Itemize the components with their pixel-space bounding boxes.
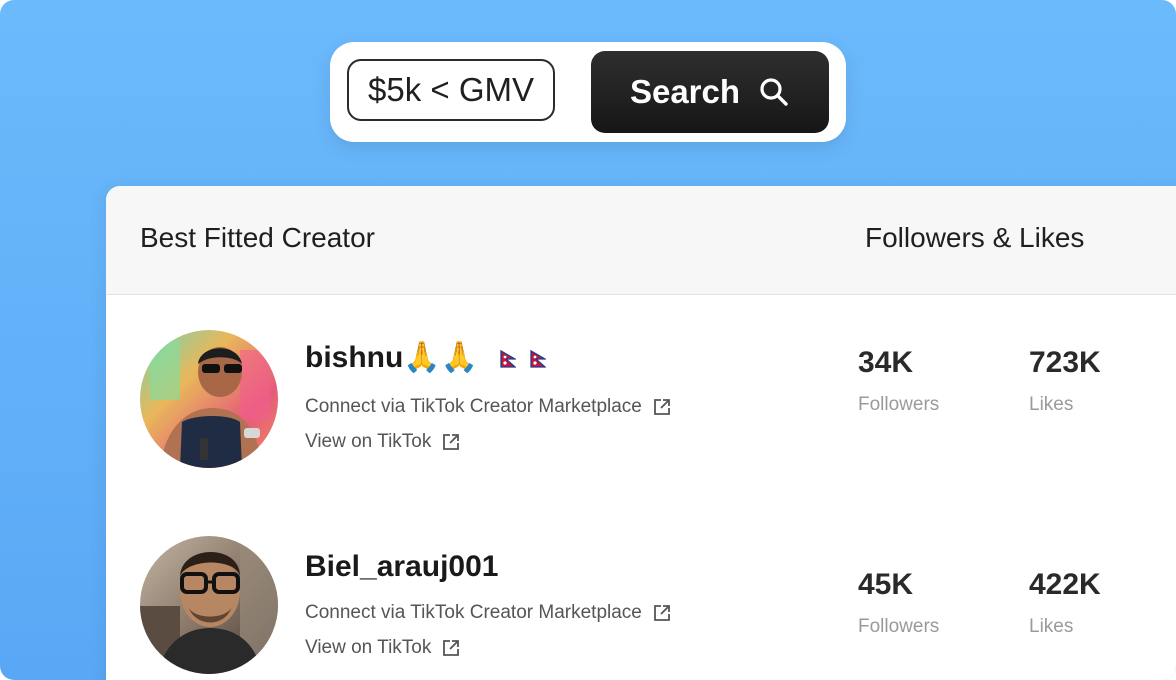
search-icon: [758, 76, 790, 108]
followers-count: 45K: [858, 568, 914, 601]
external-link-icon: [652, 397, 672, 417]
nepal-flag-icon: [530, 350, 546, 368]
search-button-label: Search: [629, 73, 741, 110]
creator-table: Best Fitted Creator Followers & Likes bi…: [106, 186, 1176, 680]
connect-link-label: Connect via TikTok Creator Marketplace: [305, 396, 642, 417]
connect-marketplace-link[interactable]: Connect via TikTok Creator Marketplace: [305, 602, 672, 624]
view-on-tiktok-link[interactable]: View on TikTok: [305, 637, 461, 659]
view-link-label: View on TikTok: [305, 431, 432, 452]
nepal-flag-icon: [500, 350, 516, 368]
search-bar: $5k < GMV Search: [330, 42, 846, 142]
likes-label: Likes: [1029, 394, 1074, 415]
likes-count: 723K: [1029, 346, 1101, 379]
creator-name[interactable]: Biel_arauj001: [305, 550, 498, 584]
followers-count: 34K: [858, 346, 914, 379]
external-link-icon: [441, 432, 461, 452]
country-flags: [500, 350, 546, 368]
table-row: Biel_arauj001 Connect via TikTok Creator…: [106, 536, 1176, 676]
connect-marketplace-link[interactable]: Connect via TikTok Creator Marketplace: [305, 396, 672, 418]
view-link-label: View on TikTok: [305, 637, 432, 658]
likes-count: 422K: [1029, 568, 1101, 601]
avatar[interactable]: [140, 330, 278, 468]
external-link-icon: [652, 603, 672, 623]
column-header-creator: Best Fitted Creator: [140, 222, 375, 253]
external-link-icon: [441, 638, 461, 658]
avatar[interactable]: [140, 536, 278, 674]
app-background: $5k < GMV Search Best Fitted Creator Fol…: [0, 0, 1176, 680]
followers-label: Followers: [858, 616, 940, 637]
creator-name[interactable]: bishnu🙏🙏: [305, 340, 478, 375]
connect-link-label: Connect via TikTok Creator Marketplace: [305, 602, 642, 623]
table-row: bishnu🙏🙏 Connect via TikTok Creator Mark…: [106, 330, 1176, 470]
followers-label: Followers: [858, 394, 940, 415]
gmv-filter-chip[interactable]: $5k < GMV: [347, 59, 555, 121]
column-header-followers-likes: Followers & Likes: [865, 222, 1085, 253]
search-button[interactable]: Search: [591, 51, 829, 133]
table-header: Best Fitted Creator Followers & Likes: [106, 186, 1176, 295]
view-on-tiktok-link[interactable]: View on TikTok: [305, 431, 461, 453]
likes-label: Likes: [1029, 616, 1074, 637]
